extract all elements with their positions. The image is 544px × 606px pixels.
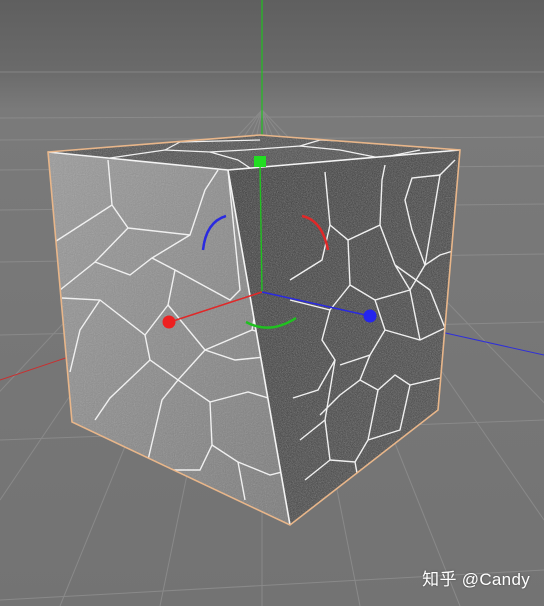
3d-viewport[interactable]: 知乎 @Candy (0, 0, 544, 606)
gizmo-z-handle[interactable] (363, 309, 377, 323)
cube-mesh[interactable] (0, 0, 544, 606)
gizmo-x-handle[interactable] (162, 315, 176, 329)
watermark-text: 知乎 @Candy (422, 570, 530, 589)
gizmo-y-handle[interactable] (254, 156, 266, 167)
viewport-canvas[interactable] (0, 0, 544, 606)
